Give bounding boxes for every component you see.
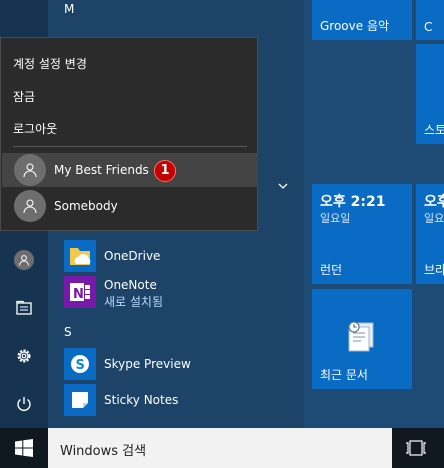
recent-documents-icon: [348, 321, 374, 352]
menu-divider: [13, 146, 247, 147]
start-button[interactable]: [0, 428, 48, 468]
skype-icon: S: [64, 348, 96, 380]
windows-logo-icon: [15, 439, 33, 457]
change-account-settings-item[interactable]: 계정 설정 변경: [13, 55, 87, 72]
documents-button[interactable]: [8, 292, 40, 324]
step-number-badge: 1: [154, 160, 176, 182]
chevron-down-icon[interactable]: [276, 178, 290, 192]
tile-label: Groove 음악: [320, 19, 390, 33]
account-item-somebody[interactable]: Somebody: [2, 189, 258, 223]
tile-label: C: [424, 20, 433, 34]
app-name: OneNote: [104, 278, 157, 292]
clock-time: 오후 2:21: [320, 194, 386, 210]
app-onenote[interactable]: N OneNote 새로 설치됨: [64, 276, 300, 310]
avatar: [14, 154, 46, 186]
power-button[interactable]: [8, 388, 40, 420]
app-name: Sticky Notes: [104, 393, 179, 407]
user-icon: [14, 250, 34, 270]
search-placeholder: Windows 검색: [60, 444, 147, 459]
gear-icon: [17, 349, 31, 363]
task-view-icon: [406, 440, 426, 456]
tile-label: 런던: [320, 263, 343, 277]
clock-day: 일요: [424, 212, 444, 225]
lock-item[interactable]: 잠금: [13, 88, 35, 105]
avatar: [14, 190, 46, 222]
sticky-notes-icon: [64, 384, 96, 416]
clock-time: 오후: [424, 194, 444, 210]
task-view-button[interactable]: [396, 428, 436, 468]
letter-header-m[interactable]: M: [64, 2, 74, 16]
partial-tile-top[interactable]: C: [416, 0, 444, 40]
app-name: OneDrive: [104, 249, 161, 263]
onedrive-icon: [64, 240, 96, 272]
clock-tile-second[interactable]: 오후 일요 브라: [416, 184, 444, 284]
svg-text:S: S: [76, 358, 85, 373]
recent-documents-tile[interactable]: 최근 문서: [312, 289, 412, 389]
newly-installed-label: 새로 설치됨: [104, 295, 164, 309]
search-box[interactable]: Windows 검색: [48, 428, 392, 468]
user-icon: [23, 199, 37, 214]
app-sticky-notes[interactable]: Sticky Notes: [64, 384, 300, 418]
app-onedrive[interactable]: OneDrive: [64, 240, 300, 274]
user-icon: [23, 163, 37, 178]
store-tile[interactable]: 스토: [416, 44, 444, 144]
clock-day: 일요일: [320, 212, 351, 225]
onenote-icon: N: [64, 276, 96, 308]
tile-label: 브라: [424, 263, 444, 277]
groove-music-tile[interactable]: Groove 음악: [312, 0, 412, 40]
account-menu: 계정 설정 변경 잠금 로그아웃 My Best Friends 1 Someb…: [0, 37, 258, 231]
power-icon: [17, 397, 31, 411]
clock-tile-london[interactable]: 오후 2:21 일요일 런던: [312, 184, 412, 284]
app-skype-preview[interactable]: S Skype Preview: [64, 348, 300, 382]
user-account-button[interactable]: [8, 244, 40, 276]
app-name: Skype Preview: [104, 357, 191, 371]
account-item-my-best-friends[interactable]: My Best Friends 1: [2, 153, 258, 187]
svg-text:N: N: [73, 287, 84, 302]
sign-out-item[interactable]: 로그아웃: [13, 120, 57, 137]
tile-label: 스토: [424, 123, 444, 137]
settings-button[interactable]: [8, 340, 40, 372]
letter-header-s[interactable]: S: [64, 325, 72, 339]
account-name: Somebody: [54, 199, 118, 213]
tile-label: 최근 문서: [320, 368, 368, 382]
account-name: My Best Friends: [54, 163, 149, 177]
documents-icon: [16, 300, 32, 315]
